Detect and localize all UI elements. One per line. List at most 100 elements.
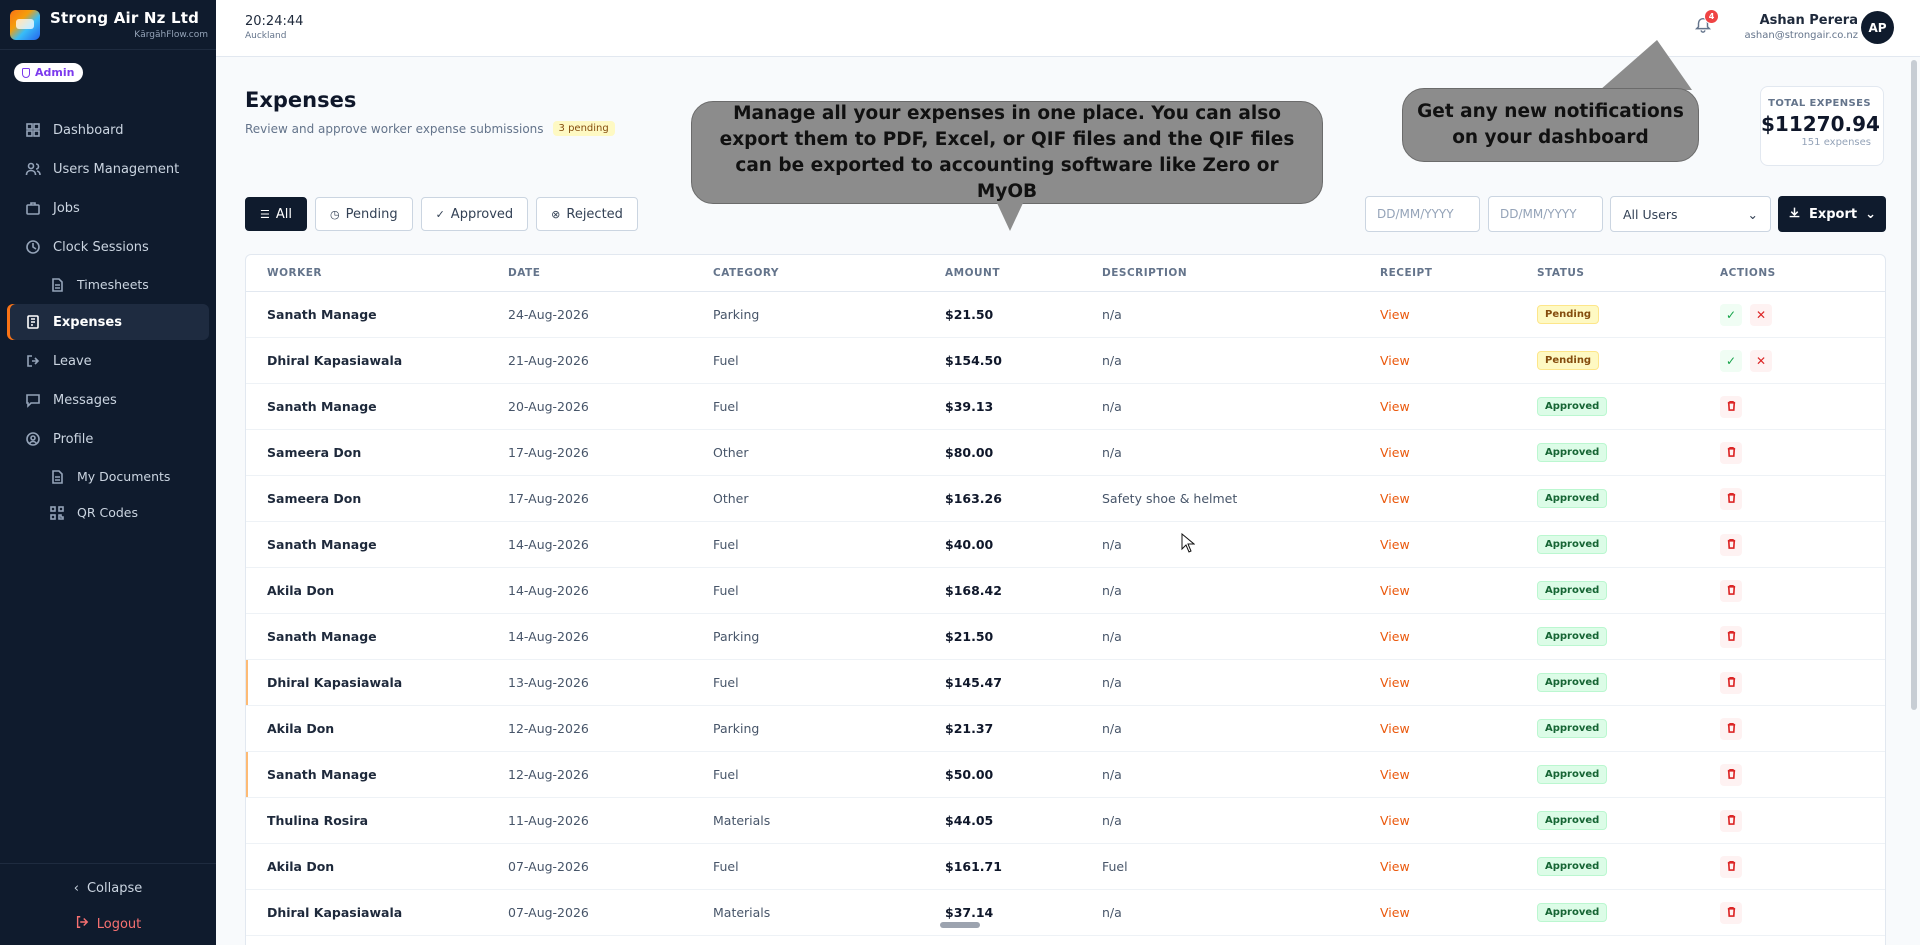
horizontal-scrollbar[interactable] <box>940 922 980 928</box>
table-row[interactable]: Sameera Don 17-Aug-2026 Other $80.00 n/a View… <box>246 430 1885 476</box>
table-row[interactable]: Dhiral Kapasiawala 13-Aug-2026 Fuel $145.47… <box>246 660 1885 706</box>
date-cell: 17-Aug-2026 <box>508 445 589 460</box>
view-receipt-link[interactable]: View <box>1380 583 1410 598</box>
total-expenses-count: 151 expenses <box>1801 137 1871 148</box>
logout-button[interactable]: Logout <box>0 912 216 936</box>
tab-approved[interactable]: ✓ Approved <box>420 197 529 231</box>
table-row[interactable]: Thulina Rosira 11-Aug-2026 Materials $44.05… <box>246 798 1885 844</box>
worker-cell: Dhiral Kapasiawala <box>267 353 403 368</box>
view-receipt-link[interactable]: View <box>1380 859 1410 874</box>
delete-button[interactable] <box>1720 579 1742 602</box>
delete-button[interactable] <box>1720 671 1742 694</box>
check-icon: ✓ <box>1725 307 1737 322</box>
status-badge: Approved <box>1537 811 1608 830</box>
view-receipt-link[interactable]: View <box>1380 353 1410 368</box>
user-info[interactable]: Ashan Perera ashan@strongair.co.nz <box>1745 13 1858 41</box>
view-receipt-link[interactable]: View <box>1380 307 1410 322</box>
description-cell: n/a <box>1102 675 1122 690</box>
reject-button[interactable]: ✕ <box>1750 303 1772 326</box>
approve-button[interactable]: ✓ <box>1720 349 1742 372</box>
user-filter-select[interactable]: All Users ⌄ <box>1610 196 1771 232</box>
status-badge: Pending <box>1537 305 1600 324</box>
delete-button[interactable] <box>1720 441 1742 464</box>
description-cell: n/a <box>1102 399 1122 414</box>
sidebar-nav: Dashboard Users Management Jobs Clock Sessi… <box>7 112 209 532</box>
table-row[interactable]: Sanath Manage 14-Aug-2026 Fuel $40.00 n/a Vie… <box>246 522 1885 568</box>
trash-icon <box>1726 400 1737 414</box>
sidebar-item-label: Expenses <box>53 314 122 330</box>
briefcase-icon <box>25 200 41 216</box>
table-row[interactable]: Sanath Manage 24-Aug-2026 Parking $21.50 n/a… <box>246 292 1885 338</box>
delete-button[interactable] <box>1720 763 1742 786</box>
view-receipt-link[interactable]: View <box>1380 629 1410 644</box>
view-receipt-link[interactable]: View <box>1380 675 1410 690</box>
trash-icon <box>1726 722 1737 736</box>
delete-button[interactable] <box>1720 809 1742 832</box>
trash-icon <box>1726 538 1737 552</box>
table-row[interactable]: Dhiral Kapasiawala 07-Aug-2026 Materials $3… <box>246 890 1885 936</box>
table-row[interactable]: Dhiral Kapasiawala 21-Aug-2026 Fuel $154.50… <box>246 338 1885 384</box>
sidebar-item-messages[interactable]: Messages <box>7 382 209 418</box>
sidebar-item-clock-sessions[interactable]: Clock Sessions <box>7 229 209 265</box>
delete-button[interactable] <box>1720 717 1742 740</box>
shield-icon <box>22 67 30 78</box>
sidebar-item-profile[interactable]: Profile <box>7 421 209 457</box>
column-header-amount: AMOUNT <box>945 267 1000 279</box>
user-filter-value: All Users <box>1623 206 1678 222</box>
amount-cell: $145.47 <box>945 675 1002 690</box>
view-receipt-link[interactable]: View <box>1380 721 1410 736</box>
delete-button[interactable] <box>1720 533 1742 556</box>
status-badge: Approved <box>1537 673 1608 692</box>
sidebar-item-expenses[interactable]: Expenses <box>7 304 209 340</box>
date-to-input[interactable]: DD/MM/YYYY <box>1488 196 1603 232</box>
view-receipt-link[interactable]: View <box>1380 813 1410 828</box>
sidebar-item-label: Users Management <box>53 161 180 177</box>
sidebar-item-timesheets[interactable]: Timesheets <box>7 268 209 301</box>
brand[interactable]: Strong Air Nz Ltd KārgāhFlow.com <box>0 0 216 50</box>
delete-button[interactable] <box>1720 855 1742 878</box>
table-row[interactable]: Akila Don 12-Aug-2026 Parking $21.37 n/a View… <box>246 706 1885 752</box>
trash-icon <box>1726 860 1737 874</box>
reject-button[interactable]: ✕ <box>1750 349 1772 372</box>
date-from-input[interactable]: DD/MM/YYYY <box>1365 196 1480 232</box>
export-button[interactable]: Export ⌄ <box>1778 196 1886 232</box>
description-cell: n/a <box>1102 445 1122 460</box>
view-receipt-link[interactable]: View <box>1380 537 1410 552</box>
table-row[interactable]: Akila Don 07-Aug-2026 Fuel $161.71 Fuel View A… <box>246 844 1885 890</box>
tab-pending[interactable]: ◷ Pending <box>315 197 413 231</box>
delete-button[interactable] <box>1720 625 1742 648</box>
avatar[interactable]: AP <box>1861 11 1894 44</box>
sidebar-item-jobs[interactable]: Jobs <box>7 190 209 226</box>
sidebar-item-my-documents[interactable]: My Documents <box>7 460 209 493</box>
approve-button[interactable]: ✓ <box>1720 303 1742 326</box>
notifications-button[interactable]: 4 <box>1694 9 1719 36</box>
table-row[interactable]: Sameera Don 17-Aug-2026 Other $163.26 Safety… <box>246 476 1885 522</box>
delete-button[interactable] <box>1720 395 1742 418</box>
column-header-date: DATE <box>508 267 541 279</box>
delete-button[interactable] <box>1720 487 1742 510</box>
tab-rejected[interactable]: ⊗ Rejected <box>536 197 638 231</box>
page-subtitle-text: Review and approve worker expense submis… <box>245 121 544 136</box>
date-cell: 12-Aug-2026 <box>508 767 589 782</box>
view-receipt-link[interactable]: View <box>1380 905 1410 920</box>
sidebar-item-users-management[interactable]: Users Management <box>7 151 209 187</box>
table-row[interactable]: Akila Don 14-Aug-2026 Fuel $168.42 n/a View Ap… <box>246 568 1885 614</box>
sidebar-item-qr-codes[interactable]: QR Codes <box>7 496 209 529</box>
view-receipt-link[interactable]: View <box>1380 399 1410 414</box>
page-subtitle: Review and approve worker expense submis… <box>245 121 615 136</box>
collapse-button[interactable]: ‹ Collapse <box>0 876 216 900</box>
sidebar-item-dashboard[interactable]: Dashboard <box>7 112 209 148</box>
delete-button[interactable] <box>1720 901 1742 924</box>
table-row[interactable]: Sanath Manage 20-Aug-2026 Fuel $39.13 n/a Vie… <box>246 384 1885 430</box>
table-row[interactable]: Sanath Manage 12-Aug-2026 Fuel $50.00 n/a Vie… <box>246 752 1885 798</box>
tab-label: Pending <box>345 206 398 222</box>
vertical-scrollbar[interactable] <box>1911 60 1917 710</box>
logout-icon <box>75 915 89 933</box>
view-receipt-link[interactable]: View <box>1380 767 1410 782</box>
chevron-down-icon: ⌄ <box>1865 206 1877 222</box>
tab-all[interactable]: ☰ All <box>245 197 307 231</box>
view-receipt-link[interactable]: View <box>1380 445 1410 460</box>
sidebar-item-leave[interactable]: Leave <box>7 343 209 379</box>
view-receipt-link[interactable]: View <box>1380 491 1410 506</box>
table-row[interactable]: Sanath Manage 14-Aug-2026 Parking $21.50 n/a… <box>246 614 1885 660</box>
